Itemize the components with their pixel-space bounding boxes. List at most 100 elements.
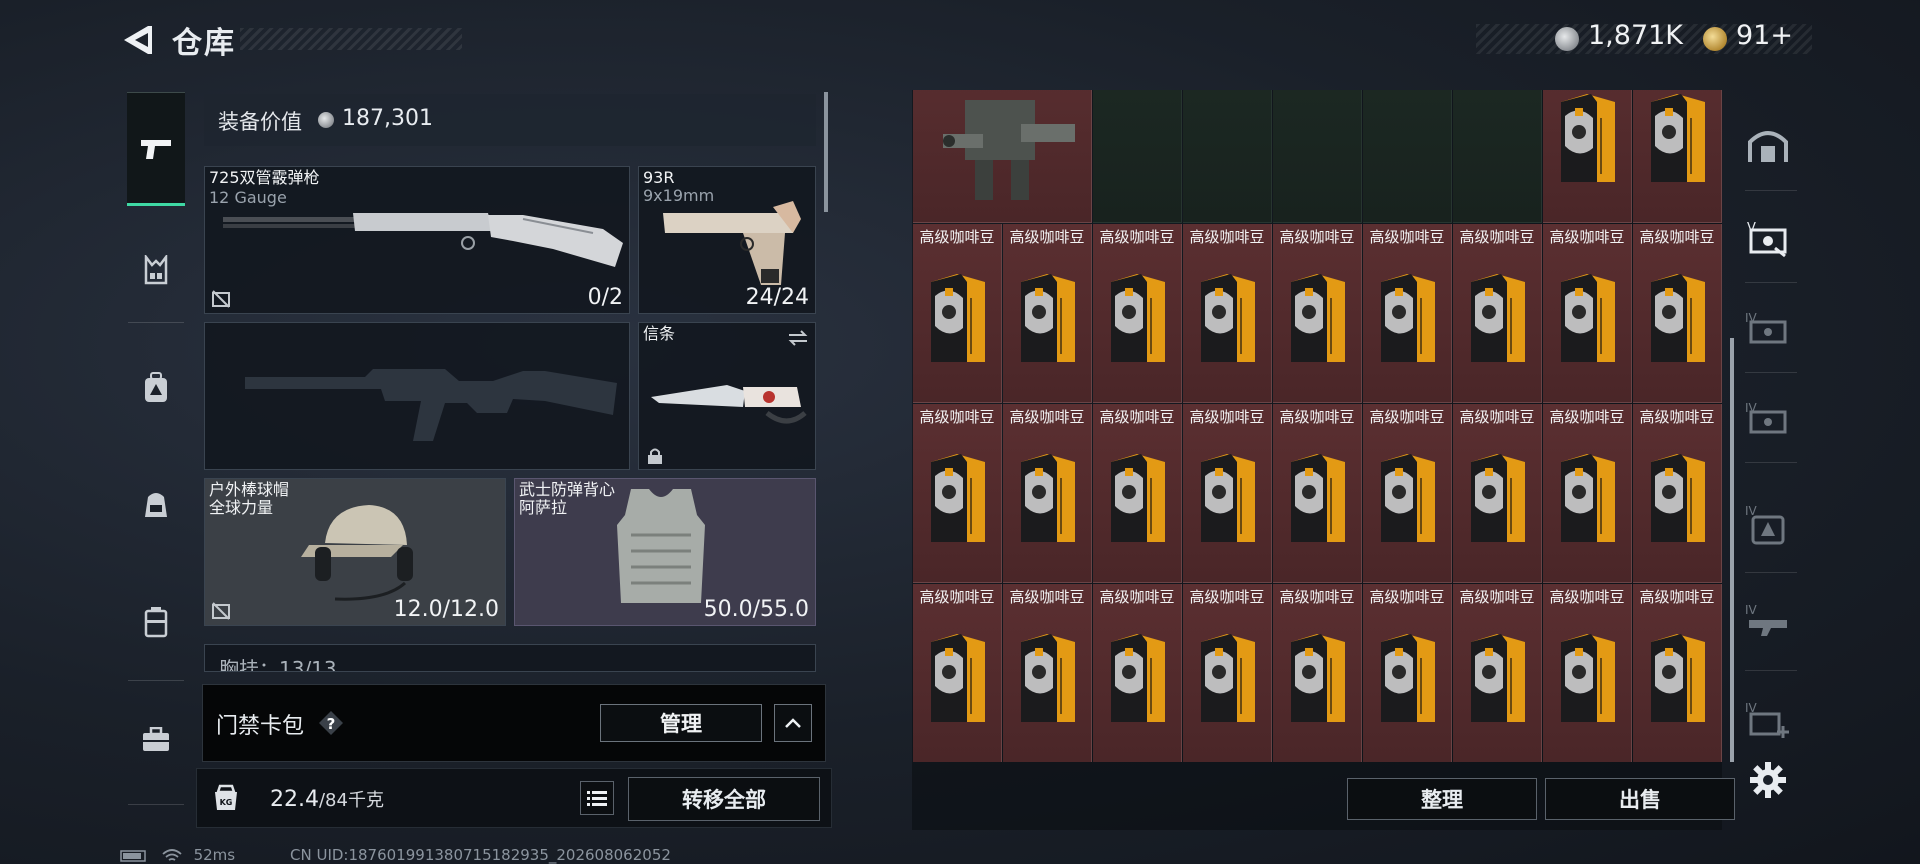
primary-weapon-slot-empty[interactable]	[204, 322, 630, 470]
organize-button[interactable]: 整理	[1347, 778, 1537, 820]
coffee-bag-icon	[1381, 454, 1435, 542]
stash-item-coffee[interactable]: 高级咖啡豆	[1003, 404, 1092, 583]
stash-item-coffee[interactable]: 高级咖啡豆	[1453, 584, 1542, 762]
stash-item-coffee[interactable]: 高级咖啡豆	[1363, 584, 1452, 762]
stash-item-coffee[interactable]: 高级咖啡豆	[1543, 404, 1632, 583]
stash-tab-3[interactable]: IV	[1738, 388, 1798, 448]
coffee-bag-icon	[1651, 454, 1705, 542]
item-label: 高级咖啡豆	[919, 408, 995, 426]
help-icon[interactable]: ?	[318, 710, 344, 736]
weapon-name: 93R	[643, 168, 675, 187]
stash-item-mech[interactable]	[913, 90, 1092, 223]
sell-button[interactable]: 出售	[1545, 778, 1735, 820]
nav-tab-weapons[interactable]	[127, 92, 185, 206]
item-label: 高级咖啡豆	[1639, 588, 1715, 606]
kettlebell-icon: KG	[211, 782, 241, 812]
stash-item-coffee[interactable]: 高级咖啡豆	[1183, 584, 1272, 762]
coffee-bag-icon	[1201, 634, 1255, 722]
list-view-button[interactable]	[580, 781, 614, 815]
primary-weapon-slot[interactable]: 725双管霰弹枪 12 Gauge 0/2	[204, 166, 630, 314]
stash-item-coffee[interactable]: 高级咖啡豆	[913, 404, 1002, 583]
stash-item-coffee[interactable]: 高级咖啡豆	[1093, 404, 1182, 583]
silver-coin-icon	[1555, 27, 1579, 51]
stash-item-coffee[interactable]: 高级咖啡豆	[1363, 224, 1452, 403]
weight-max: /84千克	[318, 790, 384, 811]
stash-item-coffee[interactable]: 高级咖啡豆	[1453, 404, 1542, 583]
stash-item-coffee[interactable]: 高级咖啡豆	[1003, 224, 1092, 403]
item-label: 高级咖啡豆	[1549, 588, 1625, 606]
stash-empty-cell	[1363, 90, 1452, 223]
stash-item-coffee[interactable]: 高级咖啡豆	[1093, 224, 1182, 403]
expansion-case-icon: IV	[1745, 311, 1787, 344]
tab-divider	[1745, 190, 1797, 191]
back-arrow-icon[interactable]	[118, 22, 158, 58]
add-expansion-icon: IV	[1745, 701, 1789, 738]
stash-empty-cell	[1453, 90, 1542, 223]
transfer-all-button[interactable]: 转移全部	[628, 777, 820, 821]
stash-grid: 高级咖啡豆 高级咖啡豆 高级咖啡豆 高级咖啡豆 高级咖啡豆 高级咖啡豆 高级咖啡豆 高级咖啡豆…	[913, 90, 1725, 762]
gold-amount[interactable]: 91+	[1736, 20, 1793, 51]
chest-rig-row[interactable]: 胸挂：13/13	[204, 644, 816, 672]
stash-tab-4[interactable]: IV	[1738, 494, 1798, 554]
page-title: 仓库	[172, 26, 236, 61]
stash-tab-5[interactable]: IV	[1738, 592, 1798, 652]
coffee-bag-icon	[1651, 94, 1705, 182]
collapse-button[interactable]	[774, 704, 812, 742]
stash-item-coffee[interactable]: 高级咖啡豆	[1453, 224, 1542, 403]
stash-item-coffee[interactable]: 高级咖啡豆	[1273, 224, 1362, 403]
stash-item-coffee[interactable]: 高级咖啡豆	[1273, 584, 1362, 762]
stash-tab-add[interactable]: IV	[1738, 690, 1798, 750]
manage-button[interactable]: 管理	[600, 704, 762, 742]
coffee-bag-icon	[1381, 634, 1435, 722]
stash-item-coffee[interactable]: 高级咖啡豆	[1543, 224, 1632, 403]
stash-item-coffee[interactable]: 高级咖啡豆	[1633, 224, 1722, 403]
backpack-warning-icon	[145, 372, 167, 402]
stash-item-coffee[interactable]: 高级咖啡豆	[1183, 224, 1272, 403]
stash-item-coffee[interactable]: 高级咖啡豆	[1633, 584, 1722, 762]
stash-item-coffee[interactable]: 高级咖啡豆	[913, 584, 1002, 762]
status-bar: 52ms	[120, 846, 235, 864]
stash-item-coffee[interactable]: 高级咖啡豆	[1543, 584, 1632, 762]
battery-icon	[120, 849, 146, 862]
stash-scrollbar[interactable]	[1730, 338, 1734, 762]
item-label: 高级咖啡豆	[1369, 408, 1445, 426]
nav-tab-rig[interactable]	[128, 242, 184, 298]
stash-item-coffee[interactable]: 高级咖啡豆	[1633, 404, 1722, 583]
nav-tab-container[interactable]	[128, 594, 184, 650]
durability: 50.0/55.0	[703, 597, 809, 622]
nav-tab-backpack[interactable]	[128, 360, 184, 416]
stash-tab-2[interactable]: IV	[1738, 298, 1798, 358]
item-label: 高级咖啡豆	[919, 588, 995, 606]
stash-tab-1[interactable]: V	[1738, 208, 1798, 268]
stash-item-coffee[interactable]: 高级咖啡豆	[1003, 584, 1092, 762]
settings-gear-icon[interactable]	[1748, 760, 1788, 800]
tab-divider	[1745, 372, 1797, 373]
coffee-bag-icon	[1651, 274, 1705, 362]
stash-item-coffee[interactable]: 高级咖啡豆	[1093, 584, 1182, 762]
tab-divider	[1745, 670, 1797, 671]
coffee-bag-icon	[1561, 94, 1615, 182]
helmet-name: 户外棒球帽	[209, 480, 290, 499]
swap-icon[interactable]	[787, 329, 809, 347]
silver-amount[interactable]: 1,871K	[1588, 20, 1683, 51]
armor-name: 武士防弹背心	[519, 480, 616, 499]
equipment-value-label: 装备价值	[218, 110, 302, 134]
svg-text:KG: KG	[220, 798, 233, 807]
stash-item-coffee[interactable]: 高级咖啡豆	[1273, 404, 1362, 583]
stash-tab-main[interactable]	[1738, 116, 1798, 176]
armor-slot[interactable]: 武士防弹背心 阿萨拉 50.0/55.0	[514, 478, 816, 626]
expansion-case-icon: V	[1747, 221, 1787, 258]
stash-item-coffee[interactable]: 高级咖啡豆	[1183, 404, 1272, 583]
secondary-weapon-slot[interactable]: 93R 9x19mm 24/24	[638, 166, 816, 314]
chest-rig-icon	[144, 255, 168, 285]
mech-figure-icon	[943, 100, 1075, 200]
melee-slot[interactable]: 信条	[638, 322, 816, 470]
equipment-scrollbar[interactable]	[824, 92, 828, 212]
nav-tab-pouch[interactable]	[128, 476, 184, 532]
helmet-slot[interactable]: 户外棒球帽 全球力量 12.0/12.0	[204, 478, 506, 626]
stash-item-coffee[interactable]	[1543, 90, 1632, 223]
stash-item-coffee[interactable]: 高级咖啡豆	[1363, 404, 1452, 583]
nav-tab-case[interactable]	[128, 712, 184, 768]
stash-item-coffee[interactable]: 高级咖啡豆	[913, 224, 1002, 403]
stash-item-coffee[interactable]	[1633, 90, 1722, 223]
